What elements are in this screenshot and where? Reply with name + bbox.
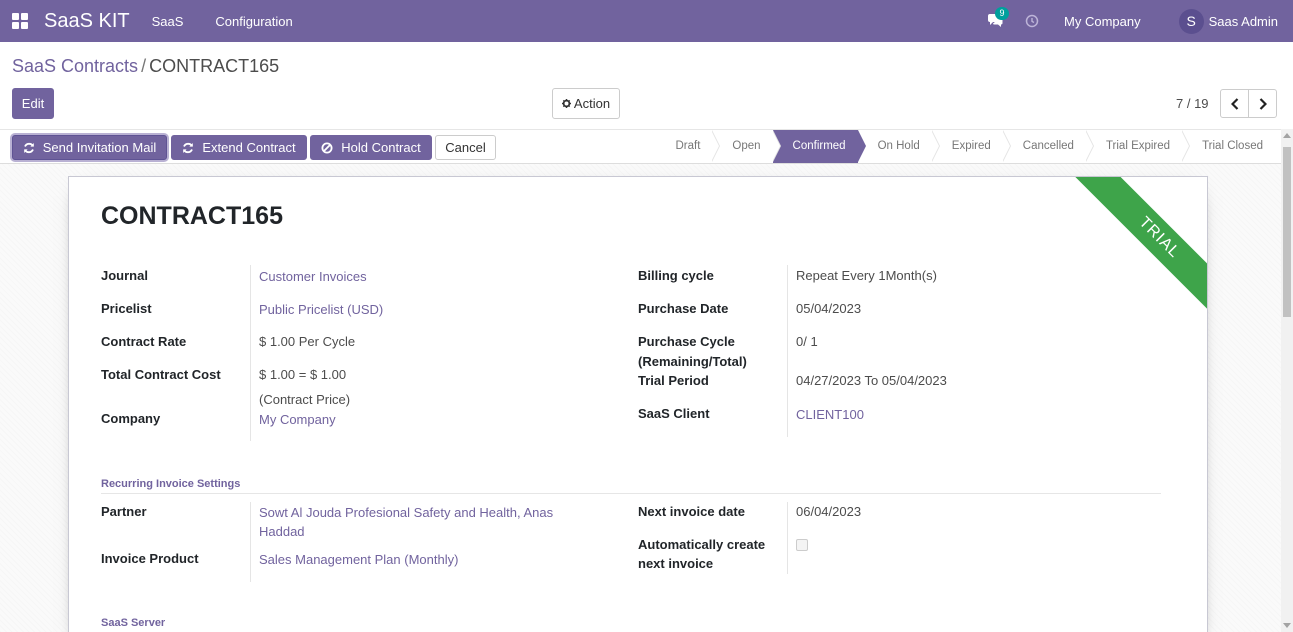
- pager-next-button[interactable]: [1248, 89, 1277, 118]
- auto-create-invoice-sublabel: next invoice: [638, 556, 714, 571]
- stage-expired[interactable]: Expired: [931, 130, 1011, 163]
- purchase-date-value: 05/04/2023: [796, 301, 862, 316]
- recurring-right-divider: [787, 502, 788, 574]
- stage-open[interactable]: Open: [712, 130, 781, 163]
- extend-contract-label: Extend Contract: [202, 140, 296, 155]
- next-invoice-date-value: 06/04/2023: [796, 504, 862, 519]
- stage-trial-closed[interactable]: Trial Closed: [1182, 130, 1281, 163]
- saas-server-section-title: SaaS Server: [101, 617, 166, 629]
- breadcrumb-separator: /: [141, 56, 147, 76]
- pricelist-value[interactable]: Public Pricelist (USD): [259, 300, 383, 320]
- trial-ribbon-label: TRIAL: [1069, 177, 1207, 325]
- recurring-section-separator: [101, 493, 1161, 494]
- invoice-product-value[interactable]: Sales Management Plan (Monthly): [259, 550, 458, 570]
- total-contract-cost-note: (Contract Price): [259, 392, 351, 407]
- user-avatar[interactable]: S: [1178, 8, 1204, 34]
- recurring-left-divider: [250, 502, 251, 582]
- auto-create-invoice-checkbox[interactable]: [796, 539, 808, 551]
- status-stages: Draft Open Confirmed On Hold Expired Can…: [655, 130, 1281, 163]
- left-group-divider: [250, 265, 251, 441]
- user-menu[interactable]: Saas Admin: [1209, 14, 1278, 29]
- action-button[interactable]: Action: [552, 88, 620, 119]
- hold-contract-label: Hold Contract: [341, 140, 421, 155]
- contract-rate-label: Contract Rate: [101, 334, 187, 349]
- stage-confirmed[interactable]: Confirmed: [772, 130, 866, 163]
- stage-draft[interactable]: Draft: [655, 130, 721, 163]
- menu-saas[interactable]: SaaS: [152, 14, 184, 29]
- hold-contract-button[interactable]: Hold Contract: [310, 135, 432, 160]
- edit-button[interactable]: Edit: [12, 88, 54, 119]
- form-sheet: TRIAL CONTRACT165 Journal Customer Invoi…: [68, 176, 1208, 632]
- breadcrumb-current: CONTRACT165: [149, 56, 280, 76]
- send-invitation-mail-label: Send Invitation Mail: [42, 140, 157, 155]
- form-statusbar: Send Invitation Mail Extend Contract Hol…: [0, 129, 1281, 164]
- chevron-right-icon: [1259, 97, 1267, 110]
- next-invoice-date-label: Next invoice date: [638, 504, 745, 519]
- purchase-cycle-label: Purchase Cycle: [638, 334, 735, 349]
- refresh-icon: [183, 142, 194, 153]
- gear-icon: [561, 99, 571, 108]
- action-label: Action: [573, 96, 611, 111]
- chat-icon[interactable]: 9: [985, 7, 1010, 31]
- refresh-icon: [23, 142, 34, 153]
- billing-cycle-value: Repeat Every 1Month(s): [796, 268, 937, 283]
- invoice-product-label: Invoice Product: [101, 551, 199, 566]
- menu-configuration[interactable]: Configuration: [215, 14, 292, 29]
- company-value[interactable]: My Company: [259, 410, 336, 430]
- pricelist-label: Pricelist: [101, 301, 152, 316]
- right-group-divider: [787, 265, 788, 437]
- trial-ribbon: TRIAL: [1059, 177, 1207, 325]
- chevron-left-icon: [1230, 97, 1238, 110]
- purchase-cycle-sublabel: (Remaining/Total): [638, 354, 747, 369]
- cancel-button[interactable]: Cancel: [435, 135, 496, 160]
- company-label: Company: [101, 411, 161, 426]
- total-contract-cost-label: Total Contract Cost: [101, 367, 221, 382]
- stage-cancelled[interactable]: Cancelled: [1002, 130, 1095, 163]
- purchase-cycle-value: 0/ 1: [796, 334, 818, 349]
- chat-badge: 9: [995, 7, 1010, 20]
- trial-period-label: Trial Period: [638, 373, 709, 388]
- breadcrumb: SaaS Contracts / CONTRACT165: [12, 56, 279, 77]
- trial-period-value: 04/27/2023 To 05/04/2023: [796, 373, 947, 388]
- partner-label: Partner: [101, 504, 147, 519]
- purchase-date-label: Purchase Date: [638, 301, 729, 316]
- app-brand[interactable]: SaaS KIT: [44, 10, 130, 33]
- ban-icon: [321, 142, 333, 153]
- recurring-invoice-section-title: Recurring Invoice Settings: [101, 478, 241, 490]
- extend-contract-button[interactable]: Extend Contract: [171, 135, 307, 160]
- saas-client-value[interactable]: CLIENT100: [796, 405, 864, 425]
- pager-previous-button[interactable]: [1220, 89, 1249, 118]
- contract-rate-value: $ 1.00 Per Cycle: [259, 334, 356, 349]
- pager-value[interactable]: 7 / 19: [1176, 96, 1209, 111]
- top-navbar: SaaS KIT SaaS Configuration 9 My Company…: [0, 0, 1293, 42]
- company-switcher[interactable]: My Company: [1064, 14, 1141, 29]
- saas-client-label: SaaS Client: [638, 406, 710, 421]
- stage-trial-expired[interactable]: Trial Expired: [1085, 130, 1191, 163]
- breadcrumb-saas-contracts[interactable]: SaaS Contracts: [12, 56, 138, 76]
- journal-label: Journal: [101, 268, 148, 283]
- total-contract-cost-value: $ 1.00 = $ 1.00: [259, 367, 347, 382]
- stage-on-hold[interactable]: On Hold: [857, 130, 940, 163]
- send-invitation-mail-button[interactable]: Send Invitation Mail: [12, 135, 167, 160]
- scroll-up-icon[interactable]: [1283, 133, 1291, 138]
- journal-value[interactable]: Customer Invoices: [259, 267, 367, 287]
- scroll-down-icon[interactable]: [1283, 623, 1291, 628]
- activity-clock-icon[interactable]: [1025, 14, 1039, 28]
- auto-create-invoice-label: Automatically create: [638, 537, 766, 552]
- partner-value-continued[interactable]: Haddad: [259, 522, 305, 542]
- contract-title: CONTRACT165: [101, 202, 283, 230]
- scroll-thumb[interactable]: [1283, 147, 1291, 317]
- vertical-scrollbar[interactable]: [1281, 129, 1293, 632]
- form-view: TRIAL CONTRACT165 Journal Customer Invoi…: [0, 164, 1281, 632]
- apps-menu-icon[interactable]: [0, 0, 40, 42]
- partner-value[interactable]: Sowt Al Jouda Profesional Safety and Hea…: [259, 503, 553, 523]
- billing-cycle-label: Billing cycle: [638, 268, 714, 283]
